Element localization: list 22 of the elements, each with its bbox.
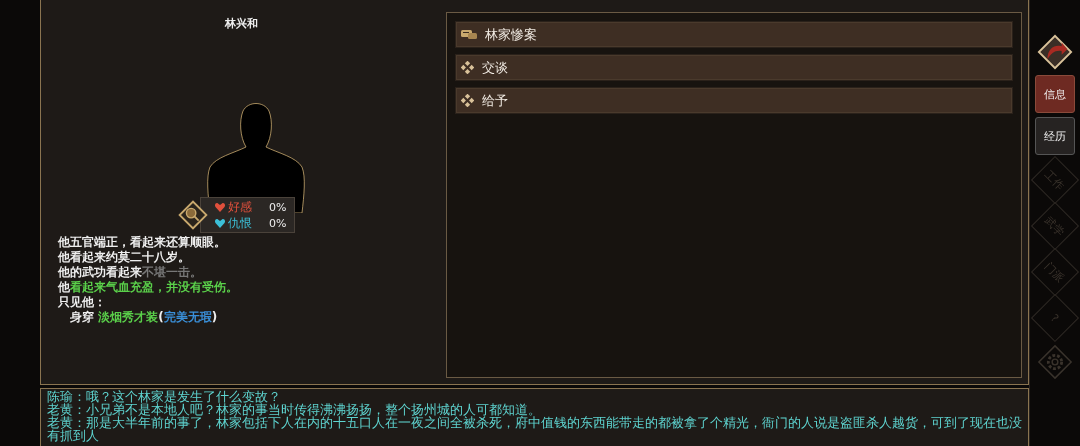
description-line: 他五官端正，看起来还算顺眼。 [58,235,227,250]
dialogue-line: 陈瑜：哦？这个林家是发生了什么变故？ [47,390,282,403]
description-line: 他的武功看起来不堪一击。 [58,265,203,280]
stat-value: 0% [269,200,287,214]
option-button[interactable]: 林家惨案 [455,21,1014,48]
dialogue-line: 老黄：小兄弟不是本地人吧？林家的事当时传得沸沸扬扬，整个扬州城的人可都知道。 [47,403,541,416]
side-tab[interactable]: 信息 [1035,75,1075,113]
dialogue-line: 老黄：那是大半年前的事了，林家包括下人在内的十五口人在一夜之间全被杀死，府中值钱的东西能带走的都被拿了个精光，衙门的人说是盗匪杀人越货，可到了现在也没有抓到人 [47,416,1023,442]
character-name: 林兴和 [224,16,258,31]
side-tab[interactable]: 经历 [1035,117,1075,155]
option-button[interactable]: 给予 [455,87,1014,114]
option-button[interactable]: 交谈 [455,54,1014,81]
speech-bubble-icon [461,28,477,41]
description-line: 他看起来气血充盈，并没有受伤。 [58,280,238,295]
diamond-icon [461,94,474,107]
stat-value: 0% [269,216,287,230]
description-line: 只见他： [58,295,107,310]
diamond-icon [461,61,474,74]
description-line: 身穿 淡烟秀才装(完美无瑕) [69,310,219,325]
stat-label: 仇恨 [228,214,253,232]
stat-label: 好感 [228,198,253,216]
description-line: 他看起来约莫二十八岁。 [58,250,191,265]
